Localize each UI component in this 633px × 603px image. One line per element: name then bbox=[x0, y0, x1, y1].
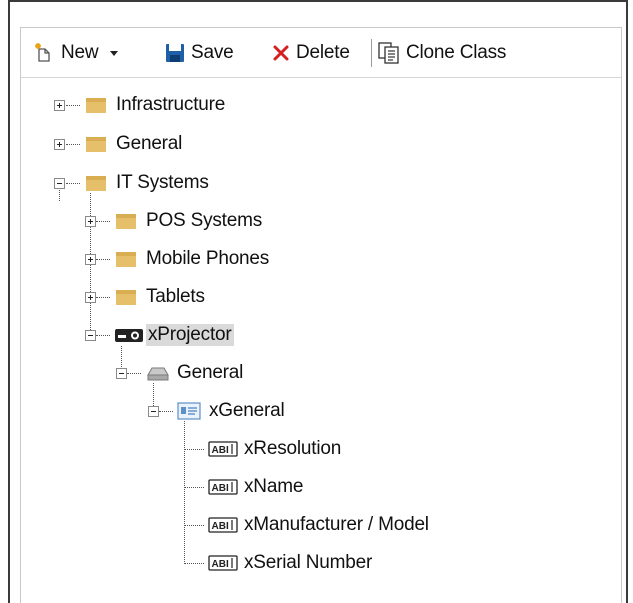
tree-connector bbox=[159, 411, 173, 412]
tree-connector bbox=[96, 297, 110, 298]
tree-node-label: xManufacturer / Model bbox=[244, 514, 429, 535]
collapse-toggle[interactable] bbox=[116, 368, 127, 379]
tree-node-label: xResolution bbox=[244, 438, 342, 459]
tree-node-mobile-phones[interactable]: Mobile Phones bbox=[114, 242, 271, 276]
folder-icon bbox=[86, 98, 106, 113]
tree-node-label: xGeneral bbox=[209, 400, 285, 421]
tree-node-field-xserial-number[interactable]: ABI xSerial Number bbox=[208, 546, 374, 580]
svg-text:ABI: ABI bbox=[212, 445, 229, 456]
tree-connector bbox=[66, 105, 80, 106]
tree-node-pos-systems[interactable]: POS Systems bbox=[114, 204, 264, 238]
svg-text:ABI: ABI bbox=[212, 559, 229, 570]
tree-node-field-xmanufacturer-model[interactable]: ABI xManufacturer / Model bbox=[208, 508, 431, 542]
tree-connector bbox=[184, 525, 204, 526]
class-browser-panel: New Save Delete Clone Class Infrastructu… bbox=[20, 27, 622, 603]
collapse-toggle[interactable] bbox=[148, 406, 159, 417]
expand-toggle[interactable] bbox=[54, 139, 65, 150]
tree-node-it-systems[interactable]: IT Systems bbox=[84, 166, 211, 200]
tree-node-label: xName bbox=[244, 476, 304, 497]
text-field-icon: ABI bbox=[208, 441, 238, 457]
tree-connector bbox=[96, 221, 110, 222]
tree-connector bbox=[59, 187, 60, 201]
expand-toggle[interactable] bbox=[85, 216, 96, 227]
tree-connector bbox=[66, 183, 80, 184]
folder-icon bbox=[86, 137, 106, 152]
text-field-icon: ABI bbox=[208, 555, 238, 571]
svg-text:ABI: ABI bbox=[212, 483, 229, 494]
tree-connector bbox=[184, 449, 204, 450]
form-card-icon bbox=[177, 402, 201, 420]
text-field-icon: ABI bbox=[208, 517, 238, 533]
tree-node-field-xresolution[interactable]: ABI xResolution bbox=[208, 432, 343, 466]
folder-icon bbox=[116, 290, 136, 305]
collapse-toggle[interactable] bbox=[54, 178, 65, 189]
tree-node-label: General bbox=[177, 362, 244, 383]
expand-toggle[interactable] bbox=[54, 100, 65, 111]
tree-node-label: xProjector bbox=[146, 324, 234, 346]
tree-connector bbox=[184, 487, 204, 488]
tree-node-label: Tablets bbox=[146, 286, 205, 307]
tree-node-infrastructure[interactable]: Infrastructure bbox=[84, 88, 227, 122]
tree-connector bbox=[184, 563, 204, 564]
svg-text:ABI: ABI bbox=[212, 521, 229, 532]
tree-node-label: IT Systems bbox=[116, 172, 209, 193]
projector-icon bbox=[115, 329, 143, 342]
text-field-icon: ABI bbox=[208, 479, 238, 495]
tree-node-label: xSerial Number bbox=[244, 552, 373, 573]
class-tree: Infrastructure General IT Systems POS Sy… bbox=[21, 28, 621, 603]
tree-node-general-group[interactable]: General bbox=[145, 356, 245, 390]
folder-icon bbox=[116, 214, 136, 229]
tree-connector bbox=[184, 421, 185, 564]
collapse-toggle[interactable] bbox=[85, 330, 96, 341]
tree-node-xgeneral[interactable]: xGeneral bbox=[177, 394, 287, 428]
expand-toggle[interactable] bbox=[85, 292, 96, 303]
tree-node-xprojector[interactable]: xProjector bbox=[114, 318, 234, 352]
tree-node-general[interactable]: General bbox=[84, 127, 184, 161]
tree-connector bbox=[66, 144, 80, 145]
folder-icon bbox=[86, 176, 106, 191]
tree-node-label: Infrastructure bbox=[116, 94, 226, 115]
tree-node-tablets[interactable]: Tablets bbox=[114, 280, 207, 314]
expand-toggle[interactable] bbox=[85, 254, 96, 265]
tree-node-label: Mobile Phones bbox=[146, 248, 270, 269]
tree-node-label: General bbox=[116, 133, 183, 154]
folder-icon bbox=[116, 252, 136, 267]
tree-connector bbox=[96, 259, 110, 260]
tree-node-label: POS Systems bbox=[146, 210, 263, 231]
tree-connector bbox=[96, 335, 110, 336]
group-tray-icon bbox=[147, 367, 169, 381]
tree-connector bbox=[127, 373, 141, 374]
tree-node-field-xname[interactable]: ABI xName bbox=[208, 470, 305, 504]
